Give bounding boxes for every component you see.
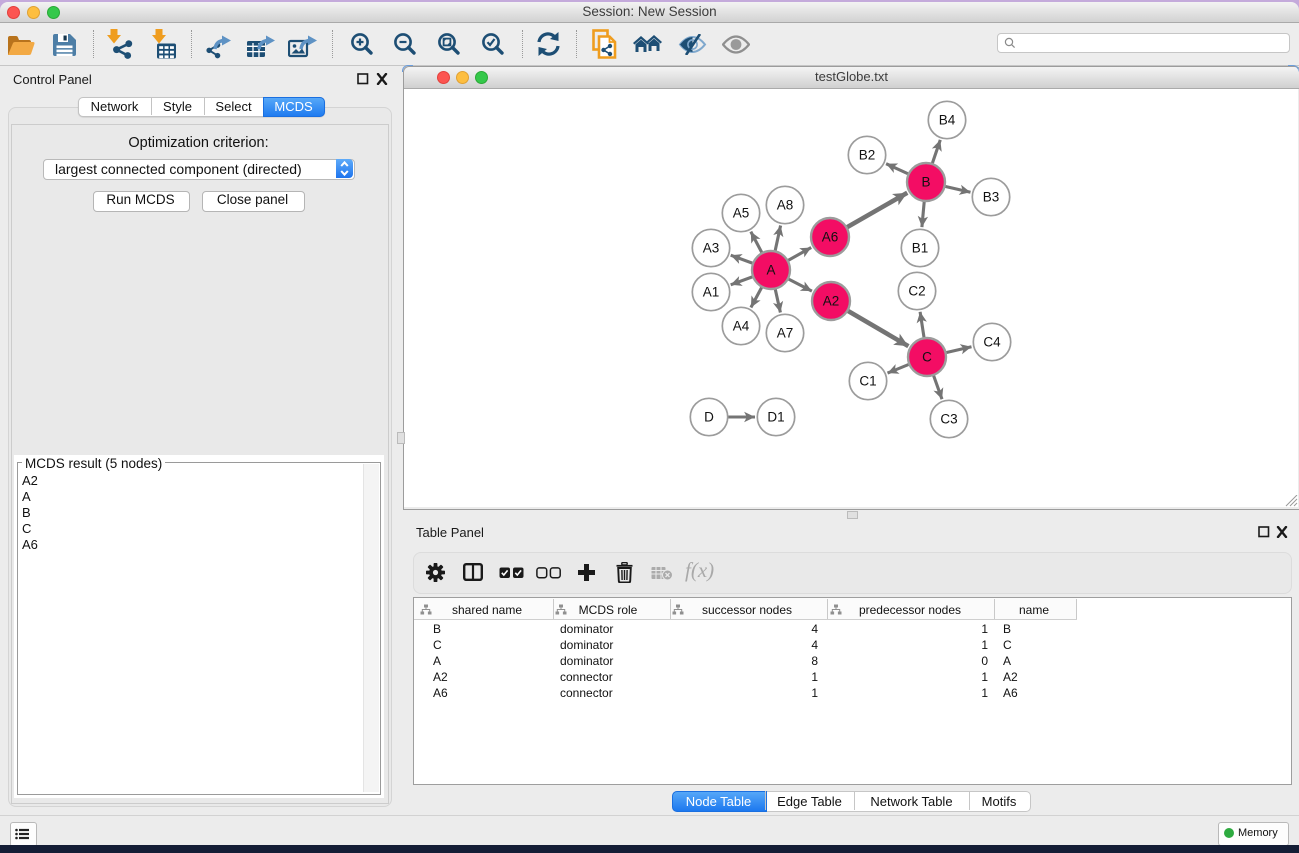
svg-text:B: B xyxy=(921,175,930,190)
svg-text:B3: B3 xyxy=(983,190,1000,205)
svg-text:A2: A2 xyxy=(823,294,840,309)
svg-text:A: A xyxy=(766,263,775,278)
svg-text:D1: D1 xyxy=(767,410,784,425)
svg-text:C3: C3 xyxy=(940,412,957,427)
svg-text:A6: A6 xyxy=(822,230,839,245)
svg-text:B2: B2 xyxy=(859,148,876,163)
svg-text:C: C xyxy=(922,350,932,365)
svg-text:B4: B4 xyxy=(939,113,956,128)
svg-text:D: D xyxy=(704,410,714,425)
svg-text:A8: A8 xyxy=(777,198,794,213)
svg-text:C4: C4 xyxy=(983,335,1001,350)
svg-text:C2: C2 xyxy=(908,284,925,299)
svg-text:C1: C1 xyxy=(859,374,876,389)
svg-text:B1: B1 xyxy=(912,241,929,256)
svg-text:A5: A5 xyxy=(733,206,750,221)
svg-text:A4: A4 xyxy=(733,319,750,334)
svg-text:A7: A7 xyxy=(777,326,794,341)
svg-text:A1: A1 xyxy=(703,285,720,300)
svg-text:A3: A3 xyxy=(703,241,720,256)
